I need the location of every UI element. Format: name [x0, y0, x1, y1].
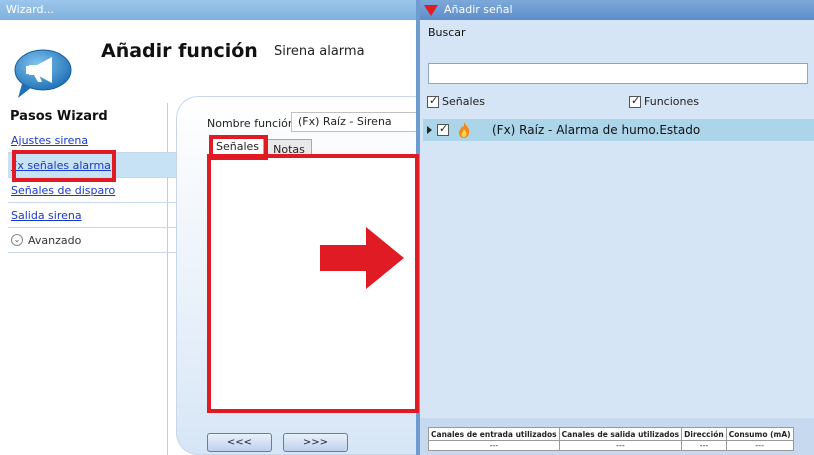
avanzado-label: Avanzado: [28, 233, 82, 247]
tab-senales[interactable]: Señales: [211, 136, 264, 158]
signal-tree: (Fx) Raíz - Alarma de humo.Estado: [420, 112, 814, 418]
add-signal-titlebar: Añadir señal: [420, 0, 814, 20]
arrow-right-icon: [320, 227, 404, 289]
tree-row-checkbox[interactable]: [437, 122, 449, 136]
checkbox-funciones[interactable]: [629, 94, 641, 108]
tab-notas[interactable]: Notas: [266, 139, 312, 158]
function-name-label: Nombre función:: [207, 117, 299, 130]
summary-table: Canales de entrada utilizados Canales de…: [428, 427, 794, 451]
search-input[interactable]: [428, 63, 808, 84]
table-header: Dirección: [681, 427, 727, 441]
filter-funciones-label: Funciones: [644, 95, 699, 108]
filter-senales[interactable]: Señales: [427, 94, 486, 108]
next-button[interactable]: >>>: [283, 433, 348, 452]
add-signal-window: Añadir señal Buscar Señales Funciones (F…: [416, 0, 814, 455]
checkbox-senales[interactable]: [427, 94, 439, 108]
filter-senales-label: Señales: [442, 95, 486, 108]
step-avanzado[interactable]: ⌄ Avanzado: [8, 228, 184, 253]
chevron-down-icon: ⌄: [11, 234, 23, 246]
wizard-titlebar: Wizard...: [0, 0, 416, 20]
wizard-subtitle: Sirena alarma: [274, 44, 365, 59]
megaphone-icon: [14, 49, 72, 98]
fire-icon: [459, 122, 470, 138]
table-header: Canales de salida utilizados: [558, 427, 683, 441]
search-area: Buscar Señales Funciones: [420, 20, 814, 112]
add-signal-title: Añadir señal: [444, 3, 513, 16]
step-senales-disparo[interactable]: Señales de disparo: [8, 178, 184, 203]
step-ajustes-sirena[interactable]: Ajustes sirena: [8, 128, 184, 153]
filter-funciones[interactable]: Funciones: [629, 94, 699, 108]
table-cell: ---: [428, 440, 560, 451]
table-cell: ---: [725, 440, 794, 451]
step-fx-senales-alarma[interactable]: Fx señales alarma: [8, 153, 184, 178]
wizard-header: Añadir función Sirena alarma: [0, 20, 416, 100]
table-header: Canales de entrada utilizados: [428, 427, 560, 441]
steps-heading: Pasos Wizard: [10, 109, 108, 124]
tree-row-label: (Fx) Raíz - Alarma de humo.Estado: [492, 123, 701, 137]
table-cell: ---: [558, 440, 683, 451]
function-name-field[interactable]: (Fx) Raíz - Sirena: [291, 112, 421, 132]
back-button[interactable]: <<<: [207, 433, 272, 452]
tree-row[interactable]: (Fx) Raíz - Alarma de humo.Estado: [423, 119, 814, 141]
warning-triangle-icon: [424, 4, 438, 16]
wizard-steps-panel: Pasos Wizard Ajustes sirena Fx señales a…: [8, 103, 184, 455]
table-cell: ---: [681, 440, 727, 451]
summary-table-area: Canales de entrada utilizados Canales de…: [420, 418, 814, 455]
step-salida-sirena[interactable]: Salida sirena: [8, 203, 184, 228]
expand-arrow-icon[interactable]: [427, 126, 432, 134]
table-header: Consumo (mA): [725, 427, 794, 441]
search-label: Buscar: [428, 26, 466, 39]
wizard-title: Añadir función: [101, 40, 258, 62]
